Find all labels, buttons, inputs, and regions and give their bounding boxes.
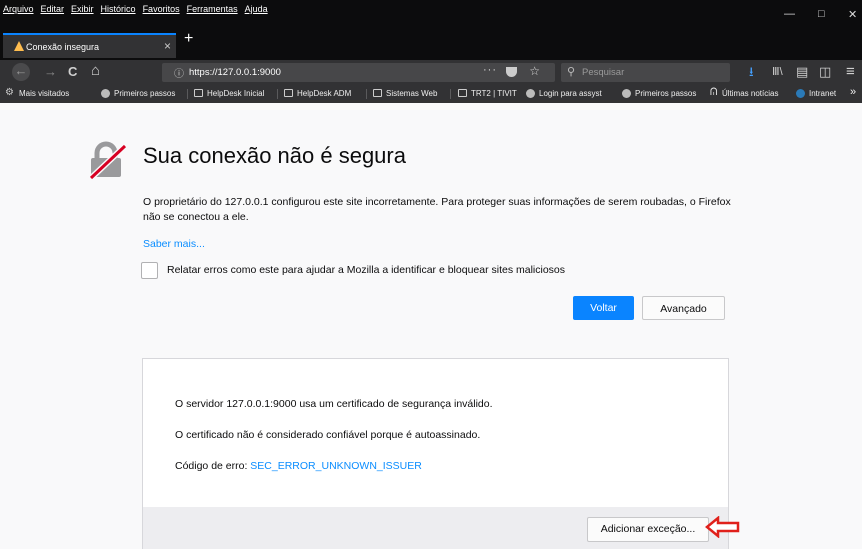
report-errors-label: Relatar erros como este para ajudar a Mo… <box>167 264 566 276</box>
broken-lock-icon <box>88 141 128 180</box>
folder-icon <box>194 89 203 97</box>
invalid-certificate-text: O servidor 127.0.0.1:9000 usa um certifi… <box>175 398 493 410</box>
add-exception-button[interactable]: Adicionar exceção... <box>587 517 709 542</box>
globe-icon <box>622 89 631 98</box>
tab-insecure-connection[interactable]: Conexão insegura × <box>3 33 176 58</box>
advanced-button[interactable]: Avançado <box>642 296 725 320</box>
error-code-label: Código de erro: <box>175 460 251 472</box>
error-description: O proprietário do 127.0.0.1 configurou e… <box>143 196 731 223</box>
search-placeholder: Pesquisar <box>582 67 625 78</box>
hamburger-menu-icon[interactable]: ≡ <box>846 64 855 80</box>
search-bar[interactable]: ⚲ Pesquisar <box>561 63 730 82</box>
minimize-button[interactable]: — <box>784 8 795 20</box>
menu-arquivo[interactable]: Arquivo <box>3 4 34 14</box>
self-signed-text: O certificado não é considerado confiáve… <box>175 429 481 441</box>
maximize-button[interactable]: □ <box>818 8 825 20</box>
menu-ajuda[interactable]: Ajuda <box>245 4 268 14</box>
error-code-link[interactable]: SEC_ERROR_UNKNOWN_ISSUER <box>250 460 422 472</box>
learn-more-link[interactable]: Saber mais... <box>143 238 205 250</box>
menu-ferramentas[interactable]: Ferramentas <box>187 4 238 14</box>
bookmark-separator <box>366 89 367 99</box>
bookmark-helpdesk-inicial[interactable]: HelpDesk Inicial <box>207 89 264 98</box>
bookmark-intranet[interactable]: Intranet <box>809 89 836 98</box>
bookmark-helpdesk-adm[interactable]: HelpDesk ADM <box>297 89 351 98</box>
bookmark-star-icon[interactable]: ☆ <box>529 64 540 78</box>
print-icon[interactable]: ▤ <box>796 64 808 80</box>
url-text[interactable]: https://127.0.0.1:9000 <box>189 67 281 78</box>
new-tab-button[interactable]: + <box>184 31 193 47</box>
tab-close-icon[interactable]: × <box>164 39 171 53</box>
bookmark-sistemas-web[interactable]: Sistemas Web <box>386 89 437 98</box>
menu-bar: Arquivo Editar Exibir Histórico Favorito… <box>0 0 862 30</box>
url-bar[interactable]: ⓘ https://127.0.0.1:9000 ··· ☆ <box>162 63 555 82</box>
tab-title: Conexão insegura <box>26 42 100 52</box>
error-code-line: Código de erro: SEC_ERROR_UNKNOWN_ISSUER <box>175 460 422 472</box>
menu-historico[interactable]: Histórico <box>101 4 136 14</box>
close-window-button[interactable]: ✕ <box>848 8 857 21</box>
advanced-panel: O servidor 127.0.0.1:9000 usa um certifi… <box>142 358 729 549</box>
navigation-toolbar: ← → C ⌂ ⓘ https://127.0.0.1:9000 ··· ☆ ⚲… <box>0 60 862 85</box>
globe-icon <box>101 89 110 98</box>
warning-icon <box>14 41 24 51</box>
sidebar-icon[interactable]: ◫ <box>819 64 831 80</box>
menu-editar[interactable]: Editar <box>41 4 65 14</box>
annotation-arrow-icon <box>705 516 740 538</box>
bookmark-trt2-tivit[interactable]: TRT2 | TIVIT <box>471 89 517 98</box>
bookmark-login-assyst[interactable]: Login para assyst <box>539 89 602 98</box>
tab-bar: Conexão insegura × + <box>0 30 862 60</box>
bookmarks-toolbar: ⚙ Mais visitados Primeiros passos HelpDe… <box>0 85 862 103</box>
bookmarks-overflow-icon[interactable]: » <box>850 86 856 98</box>
back-icon[interactable]: ← <box>12 63 30 81</box>
back-button[interactable]: Voltar <box>573 296 634 320</box>
folder-icon <box>458 89 467 97</box>
report-errors-checkbox[interactable] <box>141 262 158 279</box>
globe-icon <box>526 89 535 98</box>
bookmark-primeiros-passos[interactable]: Primeiros passos <box>114 89 175 98</box>
menu-favoritos[interactable]: Favoritos <box>143 4 180 14</box>
rss-icon: ᕬ <box>710 87 718 98</box>
home-icon[interactable]: ⌂ <box>91 63 100 79</box>
bookmark-primeiros-passos-2[interactable]: Primeiros passos <box>635 89 696 98</box>
site-info-icon[interactable]: ⓘ <box>174 65 184 80</box>
bookmark-separator <box>277 89 278 99</box>
menu-items: Arquivo Editar Exibir Histórico Favorito… <box>3 4 275 14</box>
reload-icon[interactable]: C <box>68 64 77 80</box>
bookmark-ultimas-noticias[interactable]: Últimas notícias <box>722 89 778 98</box>
pocket-icon[interactable] <box>506 67 517 77</box>
bookmark-mais-visitados[interactable]: Mais visitados <box>19 89 69 98</box>
menu-exibir[interactable]: Exibir <box>71 4 94 14</box>
folder-icon <box>373 89 382 97</box>
intranet-icon <box>796 89 805 98</box>
search-icon: ⚲ <box>567 66 576 78</box>
forward-icon[interactable]: → <box>44 64 57 80</box>
library-icon[interactable]: Ⅲ\ <box>772 64 783 80</box>
firefox-window: Arquivo Editar Exibir Histórico Favorito… <box>0 0 862 549</box>
bookmark-separator <box>450 89 451 99</box>
bookmark-separator <box>187 89 188 99</box>
download-icon[interactable]: ⭳ <box>749 64 754 80</box>
folder-icon <box>284 89 293 97</box>
page-actions-icon[interactable]: ··· <box>483 64 497 76</box>
page-title: Sua conexão não é segura <box>143 143 406 168</box>
gear-icon[interactable]: ⚙ <box>5 87 14 98</box>
